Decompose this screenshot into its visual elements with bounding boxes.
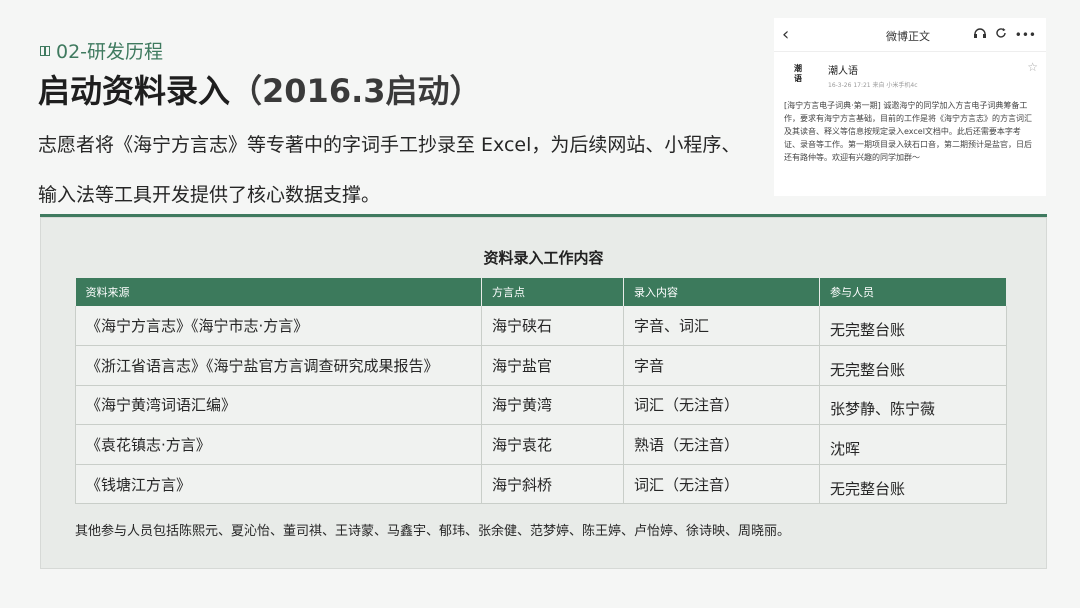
table-panel: 资料录入工作内容 资料来源 方言点 录入内容 参与人员 《海宁方言志》《海宁市志… bbox=[40, 217, 1047, 569]
data-entry-table: 资料来源 方言点 录入内容 参与人员 《海宁方言志》《海宁市志·方言》 海宁硖石… bbox=[75, 278, 1007, 505]
refresh-icon[interactable] bbox=[995, 27, 1007, 42]
chevron-left-icon[interactable]: ‹ bbox=[782, 24, 802, 45]
table-cell: 词汇（无注音） bbox=[623, 385, 820, 426]
weibo-user-info: 潮人语 16-3-26 17:21 来自 小米手机4c bbox=[828, 62, 918, 89]
table-cell: 《浙江省语言志》《海宁盐官方言调查研究成果报告》 bbox=[75, 345, 482, 386]
table-cell: 海宁盐官 bbox=[481, 345, 624, 386]
intro-paragraph: 志愿者将《海宁方言志》等专著中的字词手工抄录至 Excel，为后续网站、小程序、… bbox=[38, 134, 741, 206]
star-icon[interactable]: ☆ bbox=[1027, 60, 1038, 74]
table-cell: 词汇（无注音） bbox=[623, 464, 820, 505]
headphones-icon[interactable] bbox=[973, 27, 987, 42]
weibo-screenshot: ‹ 微博正文 ••• 潮 语 潮人语 16-3-26 17:21 来自 小米手机… bbox=[774, 18, 1046, 196]
table-cell: 海宁黄湾 bbox=[481, 385, 624, 426]
table-cell: 沈晖 bbox=[819, 424, 1007, 465]
column-header: 录入内容 bbox=[623, 278, 820, 306]
table-cell: 无完整台账 bbox=[819, 306, 1007, 347]
page-title: 启动资料录入（2016.3启动） bbox=[38, 66, 482, 112]
table-cell: 字音、词汇 bbox=[623, 306, 820, 347]
weibo-post-meta: 16-3-26 17:21 来自 小米手机4c bbox=[828, 82, 918, 89]
page-title-sub: （2016.3启动） bbox=[230, 72, 482, 110]
column-header: 参与人员 bbox=[819, 278, 1007, 306]
weibo-nav-title: 微博正文 bbox=[886, 30, 930, 43]
avatar[interactable]: 潮 语 bbox=[788, 64, 808, 84]
table-cell: 《海宁方言志》《海宁市志·方言》 bbox=[75, 306, 482, 347]
table-row: 《海宁黄湾词语汇编》 海宁黄湾 词汇（无注音） 张梦静、陈宁薇 bbox=[75, 385, 1007, 426]
weibo-nav-bar: ‹ 微博正文 ••• bbox=[774, 18, 1046, 52]
table-cell: 海宁硖石 bbox=[481, 306, 624, 347]
table-cell: 无完整台账 bbox=[819, 345, 1007, 386]
weibo-post-header: 潮 语 潮人语 16-3-26 17:21 来自 小米手机4c ☆ bbox=[774, 52, 1046, 89]
book-icon bbox=[40, 45, 50, 56]
footnote: 其他参与人员包括陈熙元、夏沁怡、董司祺、王诗蒙、马鑫宇、郁玮、张余健、范梦婷、陈… bbox=[75, 524, 791, 539]
section-label-text: 02-研发历程 bbox=[56, 41, 164, 63]
table-cell: 张梦静、陈宁薇 bbox=[819, 385, 1007, 426]
section-label: 02-研发历程 bbox=[40, 37, 163, 64]
table-row: 《钱塘江方言》 海宁斜桥 词汇（无注音） 无完整台账 bbox=[75, 464, 1007, 505]
table-row: 《海宁方言志》《海宁市志·方言》 海宁硖石 字音、词汇 无完整台账 bbox=[75, 306, 1007, 347]
column-header: 方言点 bbox=[481, 278, 624, 306]
weibo-post-text: [海宁方言电子词典·第一期] 诚邀海宁的同学加入方言电子词典筹备工作，要求有海宁… bbox=[784, 101, 1032, 162]
table-cell: 《袁花镇志·方言》 bbox=[75, 424, 482, 465]
table-cell: 海宁袁花 bbox=[481, 424, 624, 465]
table-cell: 《钱塘江方言》 bbox=[75, 464, 482, 505]
weibo-user-name[interactable]: 潮人语 bbox=[828, 62, 918, 77]
table-cell: 无完整台账 bbox=[819, 464, 1007, 505]
table-cell: 字音 bbox=[623, 345, 820, 386]
table-row: 《浙江省语言志》《海宁盐官方言调查研究成果报告》 海宁盐官 字音 无完整台账 bbox=[75, 345, 1007, 386]
table-cell: 海宁斜桥 bbox=[481, 464, 624, 505]
more-icon[interactable]: ••• bbox=[1015, 28, 1036, 42]
weibo-nav-actions: ••• bbox=[973, 27, 1036, 42]
page-title-main: 启动资料录入 bbox=[38, 72, 231, 110]
table-cell: 熟语（无注音） bbox=[623, 424, 820, 465]
table-cell: 《海宁黄湾词语汇编》 bbox=[75, 385, 482, 426]
table-row: 《袁花镇志·方言》 海宁袁花 熟语（无注音） 沈晖 bbox=[75, 424, 1007, 465]
table-title: 资料录入工作内容 bbox=[483, 249, 604, 267]
column-header: 资料来源 bbox=[75, 278, 482, 306]
table-header-row: 资料来源 方言点 录入内容 参与人员 bbox=[75, 278, 1007, 306]
